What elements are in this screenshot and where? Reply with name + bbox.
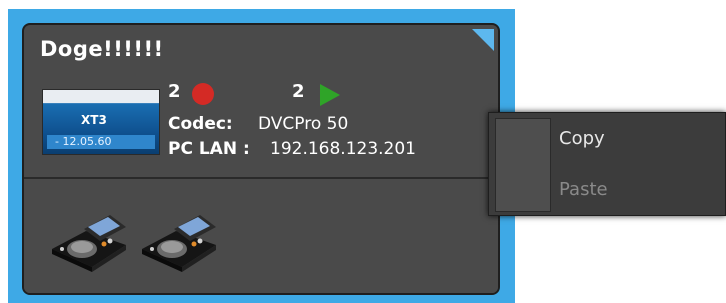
codec-label: Codec:: [168, 114, 233, 134]
lan-label: PC LAN :: [168, 139, 250, 159]
context-menu: Copy Paste: [488, 112, 726, 216]
server-title: Doge!!!!!!: [40, 37, 164, 61]
menu-item-paste: Paste: [559, 179, 608, 200]
lan-value: 192.168.123.201: [270, 139, 417, 159]
record-icon: [192, 83, 214, 105]
menu-item-copy[interactable]: Copy: [559, 128, 605, 149]
controller-icon[interactable]: [46, 201, 130, 273]
controllers-panel: [24, 179, 498, 293]
play-count: 2: [292, 81, 305, 102]
card-corner-indicator: [472, 29, 494, 51]
server-thumbnail: XT3 - 12.05.60: [42, 89, 160, 155]
record-count: 2: [168, 81, 181, 102]
device-logo: XT3: [81, 113, 107, 127]
codec-value: DVCPro 50: [258, 114, 349, 134]
device-version: - 12.05.60: [47, 135, 155, 149]
controller-icon[interactable]: [136, 201, 220, 273]
menu-icon-gutter: [495, 118, 551, 212]
server-card[interactable]: Doge!!!!!! XT3 - 12.05.60 2 2 Codec: DVC…: [22, 23, 500, 295]
play-icon: [320, 84, 340, 106]
